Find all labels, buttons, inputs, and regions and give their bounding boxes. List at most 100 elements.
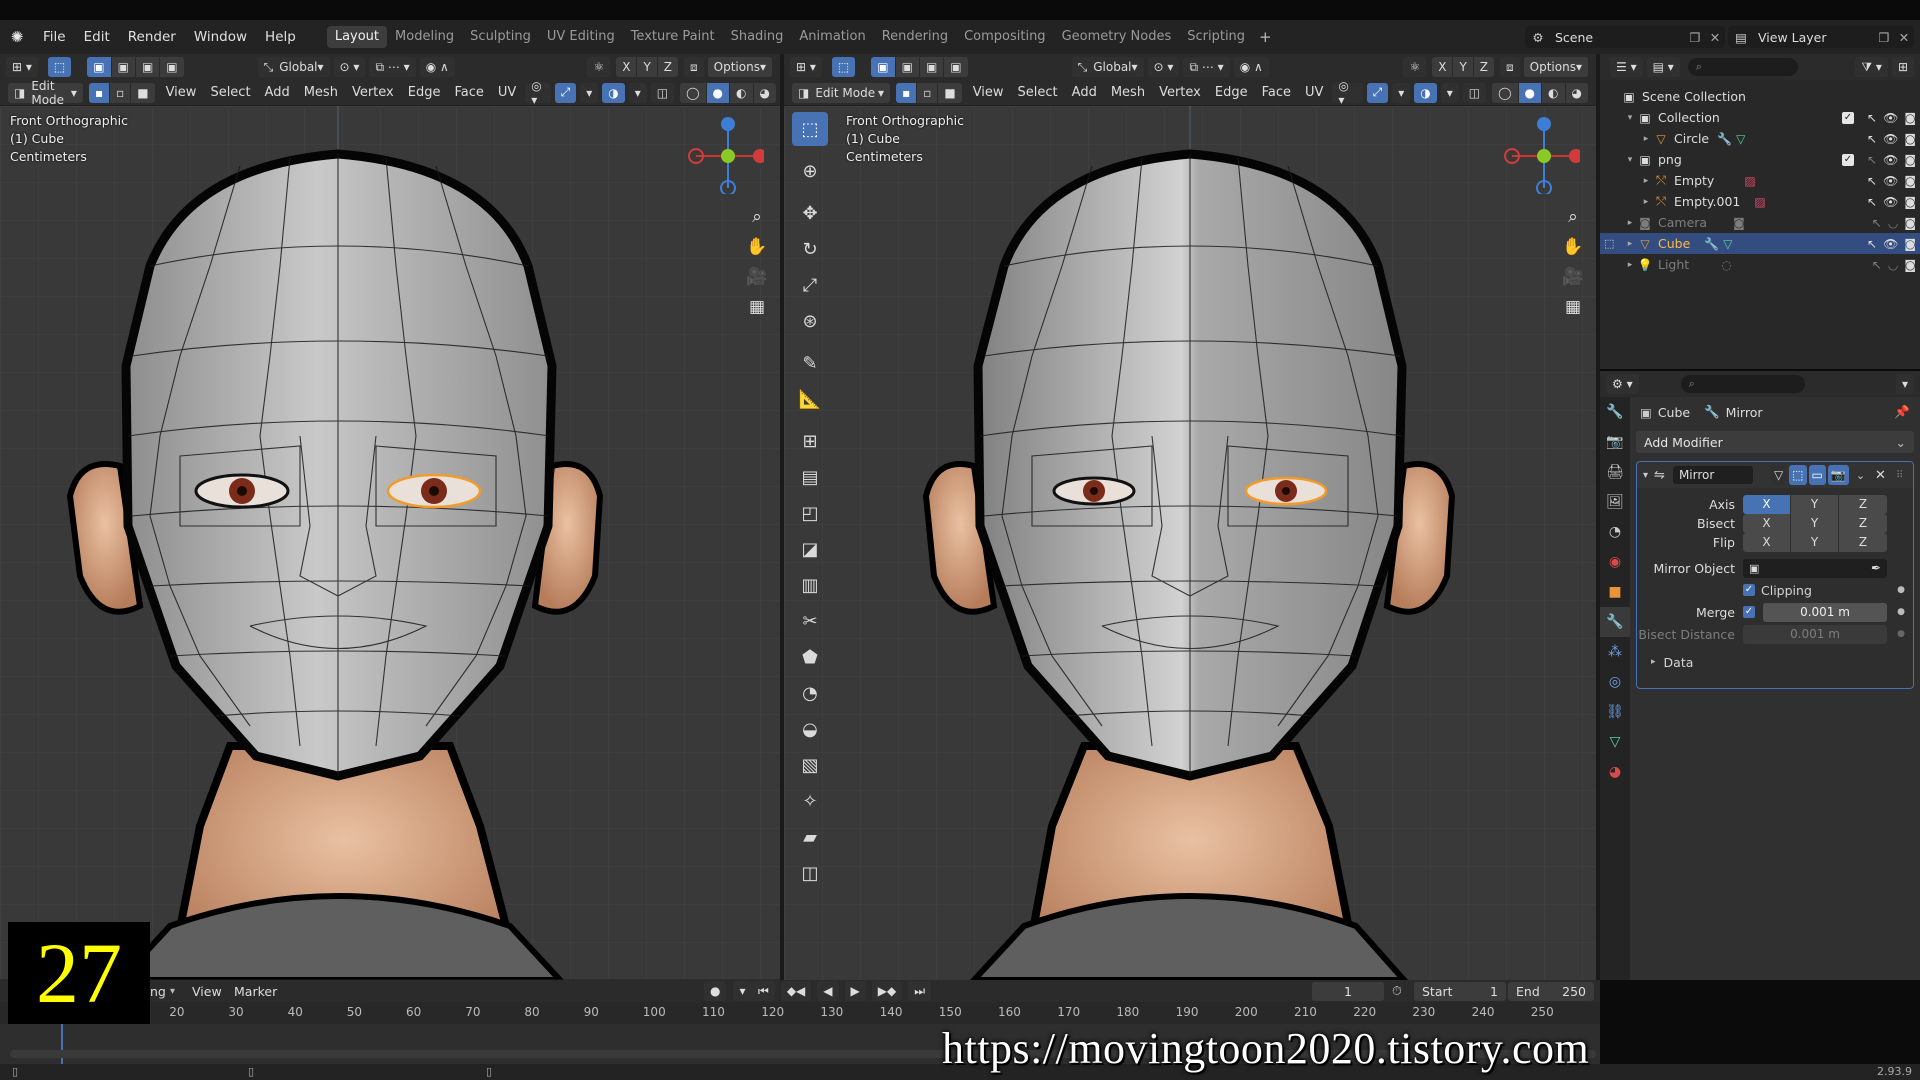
tool-tab-icon[interactable]: 🔧 bbox=[1600, 397, 1630, 427]
rotate-tool-icon[interactable]: ↻ bbox=[792, 232, 828, 266]
snap-icon[interactable]: ⧉ ⋯ ▾ bbox=[369, 57, 416, 77]
display-mode-icon[interactable]: ▤ ▾ bbox=[1646, 57, 1680, 77]
rendered-shading-icon[interactable]: ◕ bbox=[1565, 82, 1588, 103]
knife-tool-icon[interactable]: ✂ bbox=[792, 604, 828, 638]
gizmo-toggle-icon[interactable]: ⤢ bbox=[554, 82, 577, 103]
menu-view[interactable]: View bbox=[159, 85, 204, 100]
outliner-item-empty-001[interactable]: ▸ ⤲ Empty.001 ▨ ↖ 👁 ◙ bbox=[1600, 191, 1920, 212]
close-scene-icon[interactable]: ✕ bbox=[1705, 30, 1725, 45]
tab-compositing[interactable]: Compositing bbox=[956, 26, 1054, 48]
transform-tool-icon[interactable]: ⊛ bbox=[792, 304, 828, 338]
copy-scene-icon[interactable]: ❐ bbox=[1685, 30, 1705, 45]
copy-view-layer-icon[interactable]: ❐ bbox=[1874, 30, 1894, 45]
eyedropper-icon[interactable]: ✒ bbox=[1871, 561, 1881, 575]
expand-icon[interactable]: ▾ bbox=[1624, 155, 1636, 165]
world-tab-icon[interactable]: ◉ bbox=[1600, 547, 1630, 577]
physics-tab-icon[interactable]: ◎ bbox=[1600, 667, 1630, 697]
wireframe-shading-icon[interactable]: ◯ bbox=[1492, 82, 1519, 103]
viewport-right-canvas[interactable] bbox=[784, 106, 1596, 980]
end-frame-field[interactable]: End 250 bbox=[1508, 981, 1594, 1001]
menu-view[interactable]: View bbox=[966, 85, 1011, 100]
eye-icon[interactable]: 👁 bbox=[1883, 132, 1898, 146]
menu-add[interactable]: Add bbox=[258, 85, 297, 100]
keyframe-dot-icon[interactable]: ● bbox=[1897, 629, 1905, 639]
pivot-point-icon[interactable]: ⊙ ▾ bbox=[333, 57, 366, 77]
outliner-search-input[interactable]: ⌕ bbox=[1687, 58, 1798, 76]
gizmo-dropdown[interactable]: ▾ bbox=[1392, 82, 1411, 103]
zoom-icon[interactable]: ⌕ bbox=[744, 204, 770, 230]
eye-icon[interactable]: 👁 bbox=[1883, 237, 1898, 251]
menu-window[interactable]: Window bbox=[185, 20, 256, 54]
mirror-y-toggle[interactable]: Y bbox=[637, 57, 658, 77]
outliner-editor-type-icon[interactable]: ☰ ▾ bbox=[1610, 57, 1643, 77]
flip-x-toggle[interactable]: X bbox=[1743, 532, 1791, 552]
wireframe-shading-icon[interactable]: ◯ bbox=[680, 82, 707, 103]
menu-vertex[interactable]: Vertex bbox=[345, 85, 401, 100]
constraints-tab-icon[interactable]: ⛓ bbox=[1600, 697, 1630, 727]
expand-icon[interactable]: ▸ bbox=[1624, 260, 1636, 270]
eye-closed-icon[interactable]: ◡ bbox=[1888, 258, 1898, 272]
collection-checkbox[interactable]: ✓ bbox=[1842, 111, 1854, 124]
outliner-item-cube[interactable]: ⬚ ▸ ▽ Cube 🔧 ▽ ↖ 👁 ◙ bbox=[1600, 233, 1920, 254]
tab-texture-paint[interactable]: Texture Paint bbox=[623, 26, 723, 48]
xray-toggle-icon[interactable]: ◫ bbox=[1462, 82, 1487, 103]
select-subtract-icon[interactable]: ▣ bbox=[135, 57, 161, 77]
close-view-layer-icon[interactable]: ✕ bbox=[1894, 30, 1914, 45]
mirror-axis-icon[interactable]: ⚛ bbox=[587, 57, 611, 77]
view-layer-selector[interactable]: ▤ View Layer ❐ ✕ bbox=[1728, 26, 1914, 48]
drag-handle-icon[interactable]: ⠿ bbox=[1896, 470, 1903, 481]
camera-icon[interactable]: ◙ bbox=[1904, 258, 1916, 272]
modifier-menu-chevron-icon[interactable]: ⌄ bbox=[1856, 469, 1865, 482]
axis-y-toggle[interactable]: Y bbox=[1791, 494, 1839, 514]
bevel-tool-icon[interactable]: ◪ bbox=[792, 532, 828, 566]
jump-start-icon[interactable]: ⏮ bbox=[752, 981, 775, 1001]
select-arrow-icon[interactable]: ↖ bbox=[1867, 132, 1877, 146]
add-workspace-icon[interactable]: + bbox=[1253, 28, 1278, 46]
select-tool-icon[interactable]: ⬚ bbox=[831, 57, 856, 77]
data-tab-icon[interactable]: ▽ bbox=[1600, 727, 1630, 757]
navigation-gizmo-right[interactable] bbox=[1500, 114, 1580, 194]
menu-select[interactable]: Select bbox=[1011, 85, 1065, 100]
edge-select-icon[interactable]: ▫ bbox=[917, 82, 939, 103]
outliner-item-scene-collection[interactable]: ▣ Scene Collection bbox=[1600, 86, 1920, 107]
edit-mode-toggle-icon[interactable]: ⬚ bbox=[1789, 465, 1807, 485]
select-new-icon[interactable]: ▣ bbox=[871, 57, 896, 77]
tab-layout[interactable]: Layout bbox=[326, 26, 388, 48]
tab-scripting[interactable]: Scripting bbox=[1179, 26, 1253, 48]
menu-vertex[interactable]: Vertex bbox=[1152, 85, 1208, 100]
realtime-toggle-icon[interactable]: ▭ bbox=[1808, 465, 1826, 485]
data-subpanel[interactable]: ▸ Data bbox=[1637, 652, 1913, 672]
editor-type-icon[interactable]: ⊞ ▾ bbox=[6, 57, 38, 77]
snap-icon[interactable]: ⧉ ⋯ ▾ bbox=[1183, 57, 1230, 77]
collapse-icon[interactable]: ▾ bbox=[1643, 470, 1648, 481]
view-layer-tab-icon[interactable]: 🖼 bbox=[1600, 487, 1630, 517]
timeline-marker-menu[interactable]: Marker bbox=[234, 984, 277, 999]
menu-face[interactable]: Face bbox=[1255, 85, 1298, 100]
solid-shading-icon[interactable]: ● bbox=[706, 82, 731, 103]
spin-tool-icon[interactable]: ◔ bbox=[792, 676, 828, 710]
expand-icon[interactable]: ▸ bbox=[1640, 197, 1652, 207]
grid-toggle-icon[interactable]: ▦ bbox=[1560, 294, 1586, 320]
menu-help[interactable]: Help bbox=[256, 20, 305, 54]
select-arrow-icon[interactable]: ↖ bbox=[1872, 216, 1882, 230]
camera-data-icon[interactable]: ◙ bbox=[1733, 216, 1745, 230]
modifier-wrench-icon[interactable]: 🔧 bbox=[1717, 132, 1732, 146]
extrude-tool-icon[interactable]: ▤ bbox=[792, 460, 828, 494]
play-reverse-icon[interactable]: ◀ bbox=[817, 981, 839, 1001]
camera-view-icon[interactable]: 🎥 bbox=[744, 264, 770, 290]
auto-merge-icon[interactable]: ⧈ bbox=[1500, 57, 1520, 77]
camera-icon[interactable]: ◙ bbox=[1904, 132, 1916, 146]
menu-edge[interactable]: Edge bbox=[401, 85, 448, 100]
camera-icon[interactable]: ◙ bbox=[1904, 195, 1916, 209]
move-tool-icon[interactable]: ✥ bbox=[792, 196, 828, 230]
new-collection-icon[interactable]: ⊞ bbox=[1891, 57, 1914, 77]
mirror-x-toggle[interactable]: X bbox=[616, 57, 638, 77]
annotate-tool-icon[interactable]: ✎ bbox=[792, 346, 828, 380]
visibility-icon[interactable]: ◎ ▾ bbox=[1332, 79, 1363, 107]
menu-edit[interactable]: Edit bbox=[75, 20, 119, 54]
properties-search-input[interactable]: ⌕ bbox=[1680, 375, 1805, 393]
select-arrow-icon[interactable]: ↖ bbox=[1867, 174, 1877, 188]
pan-hand-icon[interactable]: ✋ bbox=[1560, 234, 1586, 260]
blender-logo-icon[interactable]: ✺ bbox=[0, 20, 34, 54]
preview-range-icon[interactable]: ⏱ bbox=[1392, 983, 1402, 999]
